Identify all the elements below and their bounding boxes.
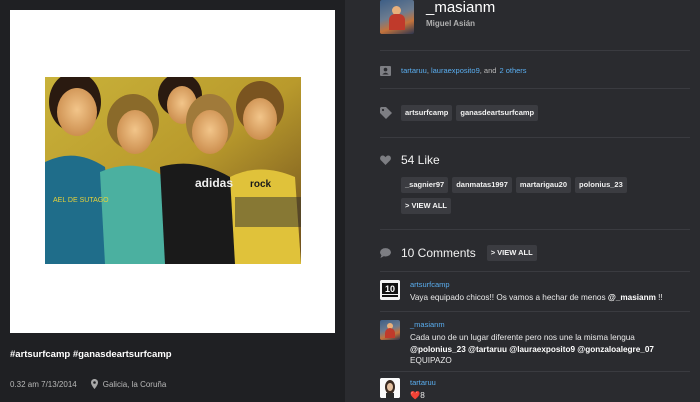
liker-chip[interactable]: martarigau20 xyxy=(515,177,572,193)
likers-row: _sagnier97 danmatas1997 martarigau20 pol… xyxy=(401,177,631,193)
commenter-avatar[interactable] xyxy=(380,320,400,340)
speech-bubble-icon xyxy=(380,248,391,258)
comment-mentions[interactable]: @polonius_23 @tartaruu @lauraexposito9 @… xyxy=(410,344,690,356)
post-location[interactable]: Galicia, la Coruña xyxy=(90,379,167,389)
tagged-separator-and: , and xyxy=(479,65,497,75)
location-pin-icon xyxy=(90,379,98,389)
divider xyxy=(380,371,690,372)
divider xyxy=(380,50,690,51)
divider xyxy=(380,88,690,89)
author-username[interactable]: _masianm xyxy=(426,0,495,17)
post-photo[interactable]: AEL DE SUTAGO adidas rock xyxy=(45,77,301,264)
comment-text-end: !! xyxy=(655,293,663,302)
comment-line: Cada uno de un lugar diferente pero nos … xyxy=(410,333,635,342)
comment-mention[interactable]: @_masianm xyxy=(608,293,656,302)
comments-count: 10 Comments xyxy=(401,246,476,260)
artsurfcamp-logo-icon: 10 xyxy=(380,280,400,300)
comment-text: Vaya equipado chicos!! Os vamos a hechar… xyxy=(410,292,690,304)
liker-chip[interactable]: danmatas1997 xyxy=(452,177,512,193)
comment-text: ❤️8 xyxy=(410,390,690,402)
hashtag-chip[interactable]: artsurfcamp xyxy=(401,105,453,121)
author-avatar[interactable] xyxy=(380,0,414,34)
heart-emoji-icon: ❤️ xyxy=(410,391,421,400)
post-time: 0.32 am 7/13/2014 xyxy=(10,379,77,389)
user-photo-icon xyxy=(380,378,400,398)
divider xyxy=(380,229,690,230)
comment-username[interactable]: artsurfcamp xyxy=(410,280,690,289)
svg-text:AEL DE SUTAGO: AEL DE SUTAGO xyxy=(53,197,109,204)
hashtags-row: artsurfcamp ganasdeartsurfcamp xyxy=(380,105,542,121)
likes-count[interactable]: 54 Like xyxy=(401,153,440,167)
author-real-name: Miguel Asián xyxy=(426,19,476,28)
heart-icon xyxy=(380,155,391,165)
commenter-avatar[interactable]: 10 xyxy=(380,280,400,300)
post-meta: 0.32 am 7/13/2014 Galicia, la Coruña xyxy=(10,377,166,391)
comment-item: 10 artsurfcamp Vaya equipado chicos!! Os… xyxy=(380,280,690,308)
comments-header: 10 Comments > VIEW ALL xyxy=(380,245,537,261)
tag-icon xyxy=(380,107,392,119)
liker-chip[interactable]: _sagnier97 xyxy=(401,177,449,193)
comment-username[interactable]: tartaruu xyxy=(410,378,690,387)
tagged-others-link[interactable]: 2 others xyxy=(499,66,526,75)
photo-frame[interactable]: AEL DE SUTAGO adidas rock xyxy=(10,10,335,333)
divider xyxy=(380,311,690,312)
comment-item: tartaruu ❤️8 xyxy=(380,378,690,402)
svg-text:10: 10 xyxy=(385,284,395,294)
divider xyxy=(380,137,690,138)
comment-text-body: Vaya equipado chicos!! Os vamos a hechar… xyxy=(410,293,608,302)
tagged-user-lauraexposito9[interactable]: lauraexposito9 xyxy=(431,66,480,75)
tagged-people-row: tartaruu , lauraexposito9 , and 2 others xyxy=(380,64,527,76)
comment-item: _masianm Cada uno de un lugar diferente … xyxy=(380,320,690,365)
author-header: _masianm Miguel Asián xyxy=(380,0,495,40)
tagged-separator: , xyxy=(426,65,429,75)
group-photo-image: AEL DE SUTAGO adidas rock xyxy=(45,77,301,264)
likes-view-all-row: > VIEW ALL xyxy=(401,198,452,214)
svg-text:rock: rock xyxy=(250,179,272,190)
comment-username[interactable]: _masianm xyxy=(410,320,690,329)
tagged-user-tartaruu[interactable]: tartaruu xyxy=(401,66,427,75)
comment-mentions-text[interactable]: @polonius_23 @tartaruu @lauraexposito9 @… xyxy=(410,345,654,354)
hashtag-chip[interactable]: ganasdeartsurfcamp xyxy=(456,105,539,121)
comment-line: EQUIPAZO xyxy=(410,356,452,365)
comment-suffix: 8 xyxy=(420,391,425,400)
likes-header: 54 Like xyxy=(380,153,440,167)
post-media-panel: AEL DE SUTAGO adidas rock #artsurfcamp #… xyxy=(0,0,345,402)
person-tag-icon xyxy=(380,65,391,76)
post-location-label: Galicia, la Coruña xyxy=(102,379,167,389)
commenter-avatar[interactable] xyxy=(380,378,400,398)
post-caption[interactable]: #artsurfcamp #ganasdeartsurfcamp xyxy=(10,349,172,360)
liker-chip[interactable]: polonius_23 xyxy=(575,177,627,193)
divider xyxy=(380,271,690,272)
post-details-panel: _masianm Miguel Asián tartaruu , lauraex… xyxy=(345,0,700,402)
likes-view-all-button[interactable]: > VIEW ALL xyxy=(401,198,452,214)
svg-text:adidas: adidas xyxy=(195,176,233,190)
comments-view-all-button[interactable]: > VIEW ALL xyxy=(486,245,537,261)
